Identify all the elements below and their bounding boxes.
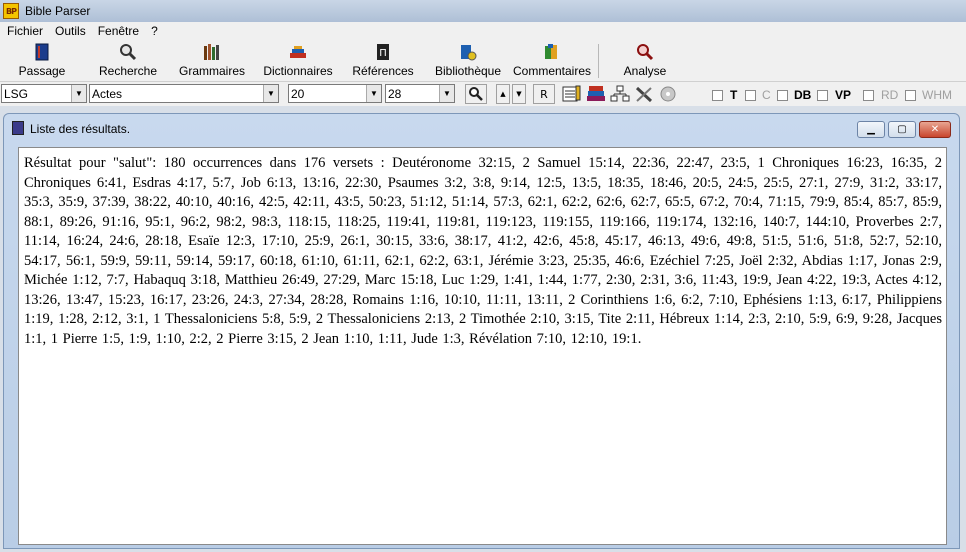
comments-icon xyxy=(542,42,562,62)
chevron-down-icon[interactable]: ▼ xyxy=(439,85,454,102)
tree-button[interactable] xyxy=(609,84,631,104)
chapter-value: 20 xyxy=(291,86,305,101)
results-text-area[interactable]: Résultat pour "salut": 180 occurrences d… xyxy=(18,147,947,545)
notes-button[interactable] xyxy=(561,84,583,104)
tools-icon xyxy=(635,86,653,103)
menu-bar: Fichier Outils Fenêtre ? xyxy=(0,22,966,40)
recherche-button[interactable]: Recherche xyxy=(98,42,158,80)
references-icon: Π xyxy=(373,42,393,62)
references-button[interactable]: Π Références xyxy=(352,42,414,80)
verse-select[interactable]: 28 ▼ xyxy=(385,84,455,103)
minimize-icon: ▁ xyxy=(867,124,875,135)
tree-icon xyxy=(610,85,630,102)
grammaires-label: Grammaires xyxy=(178,64,245,78)
r-button[interactable]: R xyxy=(533,84,555,104)
main-toolbar: Passage Recherche Grammaires Dictionnair… xyxy=(0,40,966,82)
version-select[interactable]: LSG ▼ xyxy=(1,84,87,103)
option-t-label: T xyxy=(730,88,738,102)
chevron-down-icon[interactable]: ▼ xyxy=(71,85,86,102)
commentaires-label: Commentaires xyxy=(512,64,592,78)
option-vp-label: VP xyxy=(835,88,852,102)
next-verse-button[interactable]: ▼ xyxy=(512,84,526,104)
commentaires-button[interactable]: Commentaires xyxy=(511,42,593,80)
dictionnaires-button[interactable]: Dictionnaires xyxy=(261,42,335,80)
chevron-down-icon[interactable]: ▼ xyxy=(263,85,278,102)
analyse-label: Analyse xyxy=(623,64,667,78)
option-db-label: DB xyxy=(794,88,812,102)
verse-value: 28 xyxy=(388,86,402,101)
menu-fenetre[interactable]: Fenêtre xyxy=(92,24,145,38)
menu-outils[interactable]: Outils xyxy=(49,24,92,38)
toolbar-separator xyxy=(598,44,599,78)
option-rd-label: RD xyxy=(881,88,899,102)
maximize-button[interactable]: ▢ xyxy=(888,121,916,138)
version-value: LSG xyxy=(4,86,29,101)
bibliotheque-button[interactable]: Bibliothèque xyxy=(432,42,504,80)
title-bar: BP Bible Parser xyxy=(0,0,966,22)
option-c-checkbox[interactable] xyxy=(745,90,756,101)
grammaires-button[interactable]: Grammaires xyxy=(178,42,246,80)
bibliotheque-label: Bibliothèque xyxy=(434,64,502,78)
window-title: Bible Parser xyxy=(25,4,91,18)
results-window: Liste des résultats. ▁ ▢ ✕ Résultat pour… xyxy=(3,113,960,549)
grammar-icon xyxy=(202,42,222,62)
books-button[interactable] xyxy=(585,84,607,104)
menu-fichier[interactable]: Fichier xyxy=(0,24,49,38)
search-icon xyxy=(118,42,138,62)
search-passage-button[interactable] xyxy=(465,84,487,104)
results-window-title: Liste des résultats. xyxy=(30,122,131,136)
arrow-up-icon: ▲ xyxy=(500,90,506,98)
library-icon xyxy=(458,42,478,62)
option-t-checkbox[interactable] xyxy=(712,90,723,101)
option-c-label: C xyxy=(762,88,771,102)
chapter-select[interactable]: 20 ▼ xyxy=(288,84,382,103)
disc-icon xyxy=(660,86,676,102)
menu-help[interactable]: ? xyxy=(145,24,164,38)
arrow-down-icon: ▼ xyxy=(516,90,522,98)
app-logo-icon: BP xyxy=(3,3,19,19)
option-vp-checkbox[interactable] xyxy=(817,90,828,101)
tools-button[interactable] xyxy=(633,84,655,104)
results-text: Résultat pour "salut": 180 occurrences d… xyxy=(24,155,942,347)
maximize-icon: ▢ xyxy=(897,124,907,135)
passage-selector-bar: LSG ▼ Actes ▼ 20 ▼ 28 ▼ ▲ ▼ R T C DB VP … xyxy=(0,82,966,106)
minimize-button[interactable]: ▁ xyxy=(857,121,885,138)
passage-label: Passage xyxy=(18,64,66,78)
option-rd-checkbox[interactable] xyxy=(863,90,874,101)
close-icon: ✕ xyxy=(930,124,940,135)
option-whm-label: WHM xyxy=(922,88,952,102)
books-icon xyxy=(587,86,605,101)
analyse-button[interactable]: Analyse xyxy=(622,42,668,80)
book-icon xyxy=(12,121,24,135)
previous-verse-button[interactable]: ▲ xyxy=(496,84,510,104)
option-db-checkbox[interactable] xyxy=(777,90,788,101)
book-select[interactable]: Actes ▼ xyxy=(89,84,279,103)
notes-icon xyxy=(562,85,581,102)
r-button-label: R xyxy=(540,87,548,101)
search-icon xyxy=(469,87,483,101)
dictionnaires-label: Dictionnaires xyxy=(263,64,333,78)
svg-text:Π: Π xyxy=(379,48,387,59)
dictionary-icon xyxy=(288,42,308,62)
references-label: Références xyxy=(352,64,414,78)
passage-icon xyxy=(32,42,52,62)
passage-button[interactable]: Passage xyxy=(18,42,66,80)
audio-button[interactable] xyxy=(657,84,679,104)
book-value: Actes xyxy=(92,86,123,101)
chevron-down-icon[interactable]: ▼ xyxy=(366,85,381,102)
recherche-label: Recherche xyxy=(98,64,158,78)
option-whm-checkbox[interactable] xyxy=(905,90,916,101)
close-button[interactable]: ✕ xyxy=(919,121,951,138)
analysis-icon xyxy=(635,42,655,62)
